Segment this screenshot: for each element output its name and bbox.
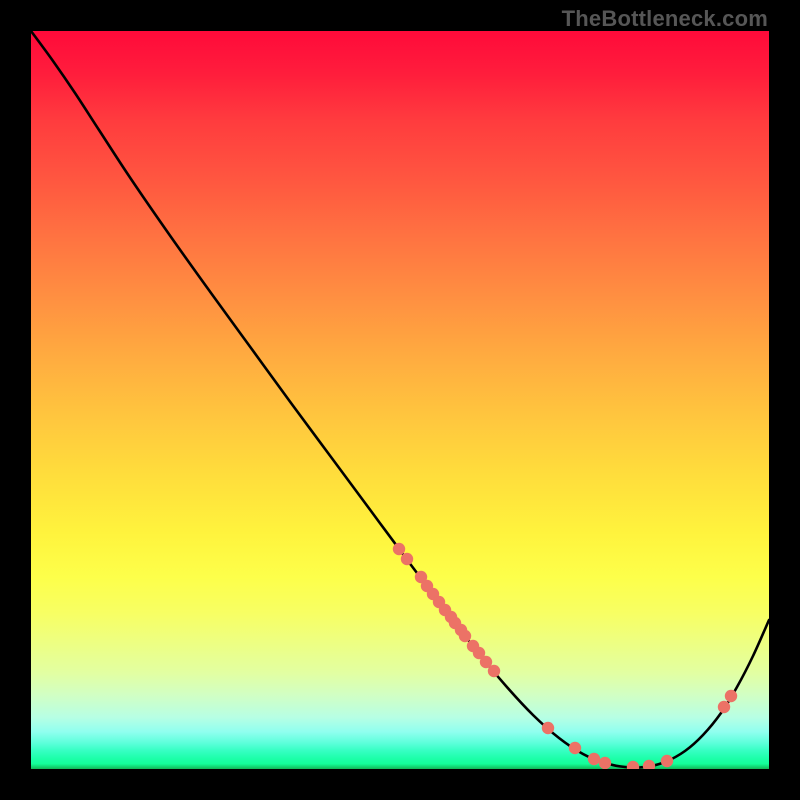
data-marker (401, 553, 413, 565)
data-marker (488, 665, 500, 677)
data-marker (599, 757, 611, 769)
data-marker (627, 761, 639, 769)
data-marker (661, 755, 673, 767)
data-markers-group (393, 543, 737, 769)
plot-area (31, 31, 769, 769)
data-marker (718, 701, 730, 713)
data-marker (725, 690, 737, 702)
data-marker (588, 753, 600, 765)
data-marker (643, 760, 655, 769)
data-marker (459, 630, 471, 642)
watermark-text: TheBottleneck.com (562, 6, 768, 32)
chart-svg (31, 31, 769, 769)
data-marker (393, 543, 405, 555)
bottleneck-curve (31, 31, 769, 768)
data-marker (542, 722, 554, 734)
data-marker (569, 742, 581, 754)
